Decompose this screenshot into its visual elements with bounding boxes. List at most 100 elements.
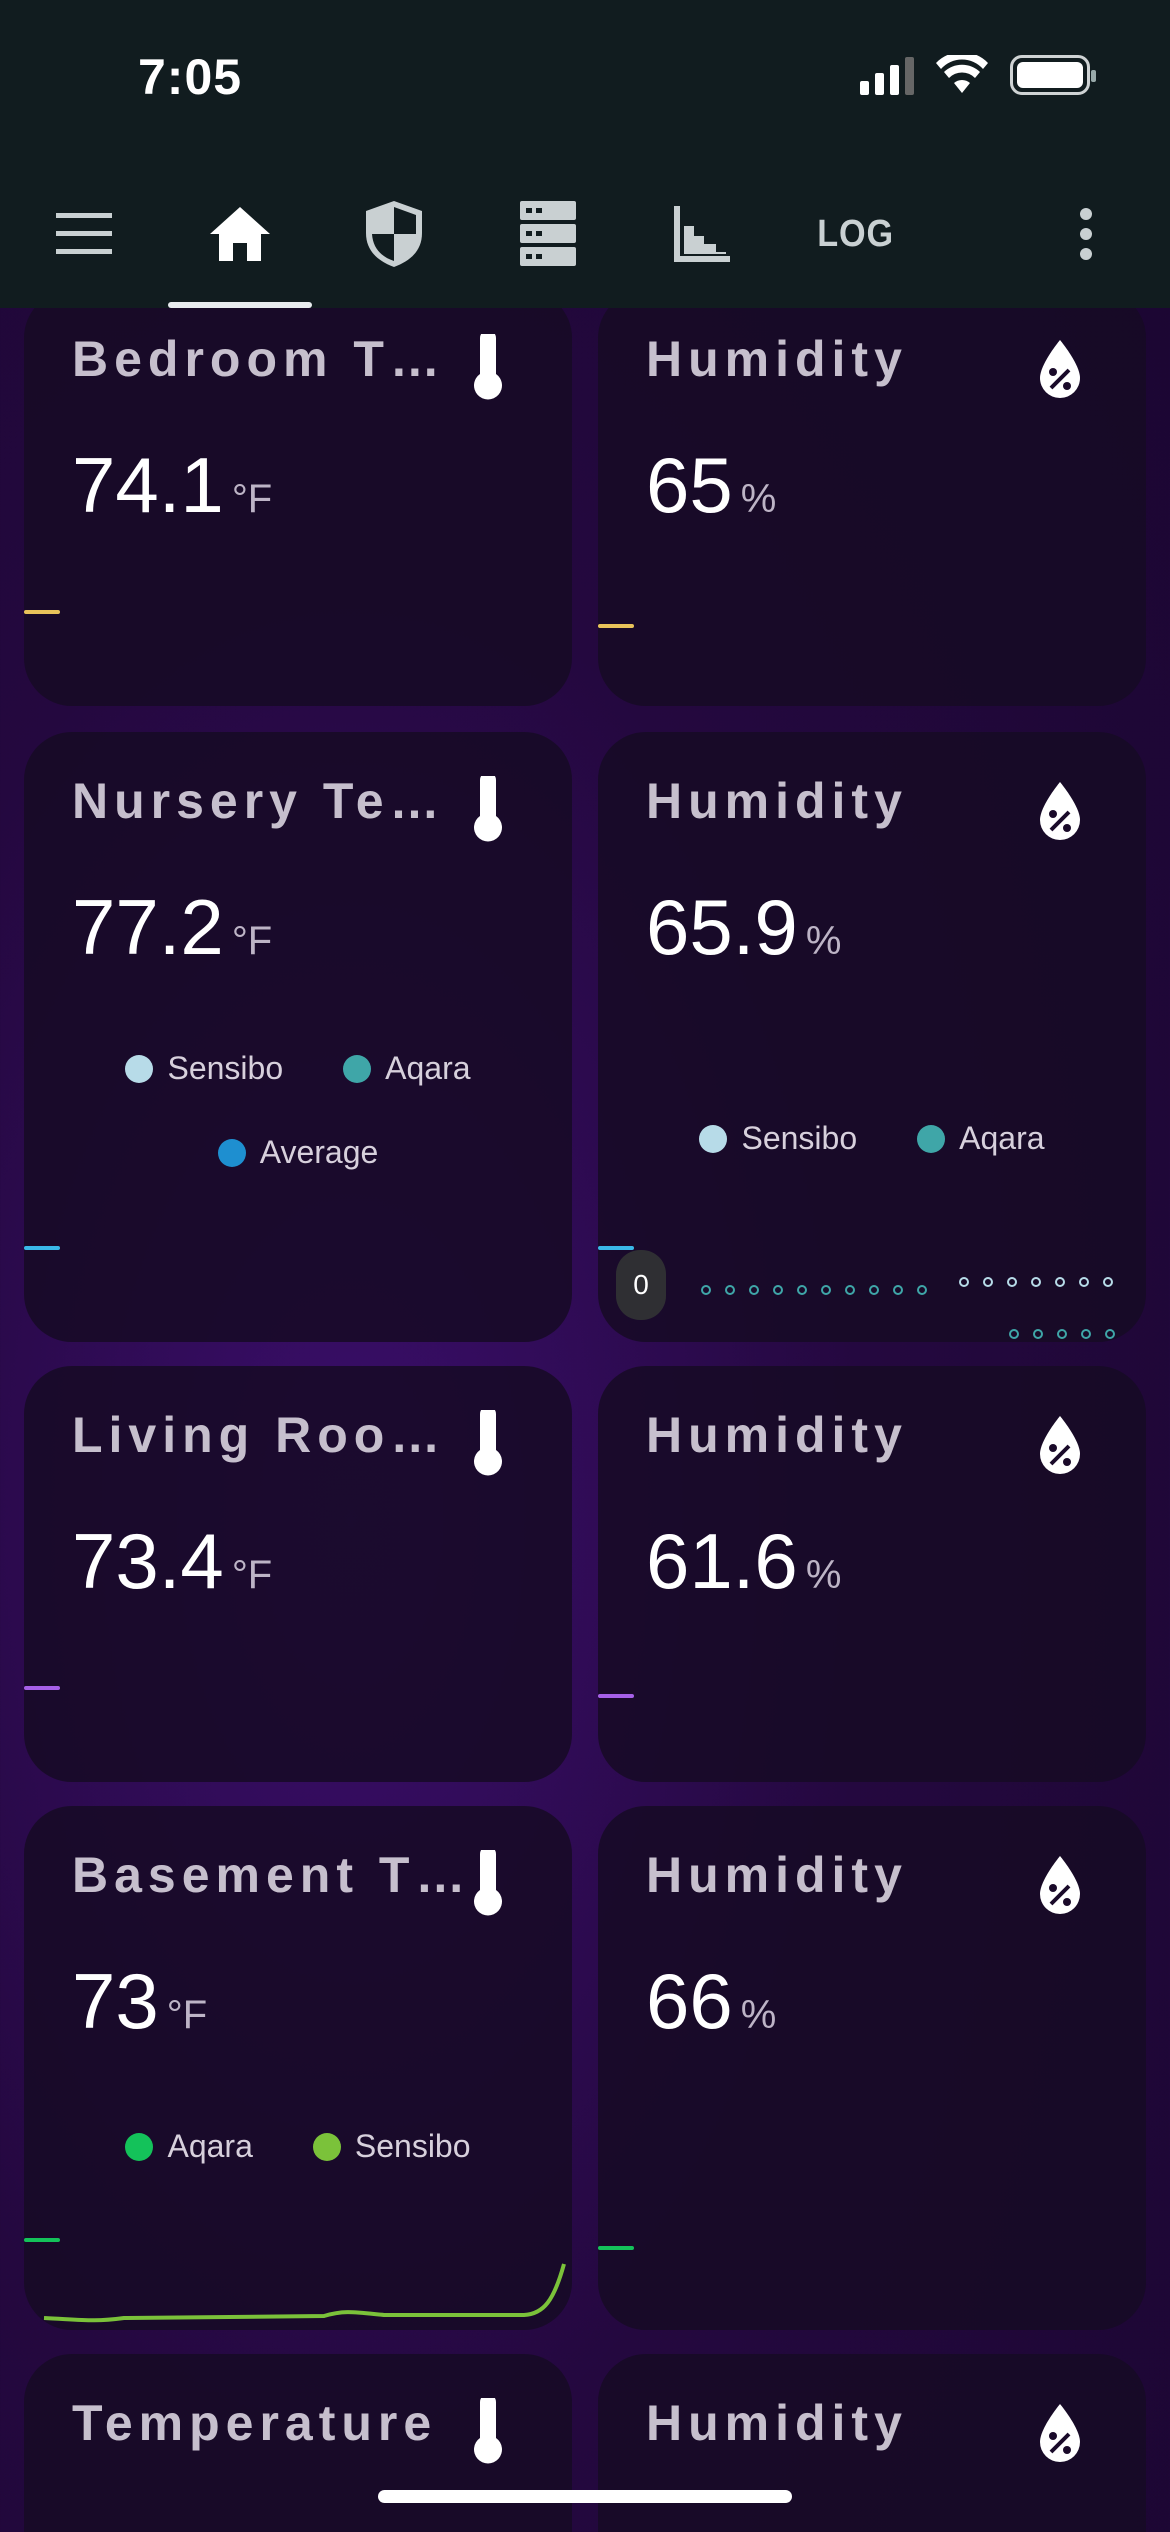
sensor-card[interactable]: Humidity 65.9% Sensibo Aqara: [598, 732, 1146, 1342]
tab-log-label: LOG: [817, 212, 895, 255]
legend-item[interactable]: Sensibo: [125, 1050, 283, 1087]
thermometer-icon: [456, 330, 516, 404]
sensor-card[interactable]: Humidity 65%: [598, 290, 1146, 706]
history-dot: [1055, 1277, 1065, 1287]
history-dot: [773, 1285, 783, 1295]
card-title: Living Roo…: [72, 1407, 447, 1463]
card-title: Humidity: [646, 331, 908, 387]
tab-server[interactable]: [478, 160, 618, 308]
sensor-card[interactable]: Nursery Te… 77.2 °F Sensibo Aqara Average: [24, 732, 572, 1342]
card-value: 73.4 °F: [72, 1516, 272, 1607]
wifi-icon: [936, 55, 988, 93]
history-dot: [959, 1277, 969, 1287]
history-dot: [797, 1285, 807, 1295]
dot-history-chart: [701, 1277, 1115, 1339]
legend-item[interactable]: Aqara: [125, 2128, 253, 2165]
thermometer-icon: [456, 2394, 516, 2468]
legend-label: Average: [259, 1134, 379, 1170]
sensor-card[interactable]: Humidity: [598, 2354, 1146, 2532]
sensor-card[interactable]: Basement T… 73 °F Aqara Sensibo: [24, 1806, 572, 2330]
sensor-reading: 77.2: [72, 883, 224, 971]
sensor-card[interactable]: Living Roo… 73.4 °F: [24, 1366, 572, 1782]
history-dot: [983, 1277, 993, 1287]
history-dot: [845, 1285, 855, 1295]
home-indicator: [378, 2490, 792, 2503]
sensor-card[interactable]: Bedroom T… 74.1 °F: [24, 290, 572, 706]
history-dot: [917, 1285, 927, 1295]
legend-color-dot: [917, 1124, 946, 1153]
card-value: 74.1 °F: [72, 440, 272, 531]
history-dot: [1081, 1329, 1091, 1339]
card-title: Basement T…: [72, 1847, 472, 1903]
active-tab-indicator: [168, 302, 312, 308]
sensor-reading: 66: [646, 1957, 733, 2045]
chart-legend: Sensibo Aqara: [24, 1050, 572, 1087]
history-dot: [1057, 1329, 1067, 1339]
card-value: 73 °F: [72, 1956, 207, 2047]
water-percent-icon: [1030, 1410, 1090, 1480]
legend-color-dot: [312, 2132, 341, 2161]
unit-label: %: [740, 1993, 777, 2037]
tab-security[interactable]: [324, 160, 464, 308]
chart-legend: Sensibo Aqara: [598, 1120, 1146, 1157]
legend-color-dot: [125, 2132, 154, 2161]
sensor-card[interactable]: Temperature: [24, 2354, 572, 2532]
nav-tabs: LOG: [0, 160, 1170, 308]
legend-item[interactable]: Sensibo: [699, 1120, 857, 1157]
legend-color-dot: [125, 1054, 154, 1083]
sparkline-line: [43, 2263, 566, 2323]
tab-logbook[interactable]: LOG: [786, 160, 926, 308]
history-dot: [869, 1285, 879, 1295]
top-bar: 7:05 LOG: [0, 0, 1170, 308]
thermometer-icon: [456, 772, 516, 846]
legend-item[interactable]: Aqara: [917, 1120, 1045, 1157]
legend-label: Sensibo: [167, 1050, 284, 1086]
shield-icon: [366, 201, 422, 267]
sparkline-chart: [43, 2263, 566, 2323]
more-options-button[interactable]: [1016, 160, 1156, 308]
history-dot: [1105, 1329, 1115, 1339]
history-dot: [1007, 1277, 1017, 1287]
water-percent-icon: [1030, 334, 1090, 404]
card-value: 65%: [646, 440, 776, 531]
water-percent-icon: [1030, 2398, 1090, 2468]
chart-histogram-icon: [674, 206, 730, 262]
menu-icon: [56, 213, 112, 254]
legend-label: Sensibo: [354, 2128, 471, 2164]
card-title: Temperature: [72, 2395, 438, 2451]
card-title: Humidity: [646, 773, 908, 829]
sensor-reading: 65: [646, 441, 733, 529]
history-sparkline: [598, 624, 634, 628]
history-dot: [725, 1285, 735, 1295]
legend-item[interactable]: Average: [217, 1134, 379, 1171]
menu-button[interactable]: [14, 160, 154, 308]
card-title: Nursery Te…: [72, 773, 446, 829]
legend-item[interactable]: Aqara: [343, 1050, 471, 1087]
home-icon: [210, 207, 270, 261]
cellular-signal-icon: [860, 55, 914, 95]
history-sparkline: [598, 1694, 634, 1698]
legend-item[interactable]: Sensibo: [312, 2128, 471, 2165]
history-dot: [1009, 1329, 1019, 1339]
card-title: Humidity: [646, 1847, 908, 1903]
thermometer-icon: [456, 1406, 516, 1480]
card-value: 65.9%: [646, 882, 841, 973]
card-title: Humidity: [646, 2395, 908, 2451]
legend-color-dot: [217, 1138, 246, 1167]
sensor-card[interactable]: Humidity 66%: [598, 1806, 1146, 2330]
unit-label: %: [805, 1553, 842, 1597]
legend-label: Aqara: [167, 2128, 253, 2164]
sensor-card[interactable]: Humidity 61.6%: [598, 1366, 1146, 1782]
sensor-reading: 65.9: [646, 883, 798, 971]
history-dot: [821, 1285, 831, 1295]
history-dot: [1031, 1277, 1041, 1287]
thermometer-icon: [456, 1846, 516, 1920]
history-sparkline: [24, 610, 60, 614]
card-value: 66%: [646, 1956, 776, 2047]
legend-label: Aqara: [959, 1120, 1045, 1156]
tab-history[interactable]: [632, 160, 772, 308]
legend-color-dot: [699, 1124, 728, 1153]
legend-label: Sensibo: [741, 1120, 858, 1156]
water-percent-icon: [1030, 776, 1090, 846]
tab-home[interactable]: [170, 160, 310, 308]
